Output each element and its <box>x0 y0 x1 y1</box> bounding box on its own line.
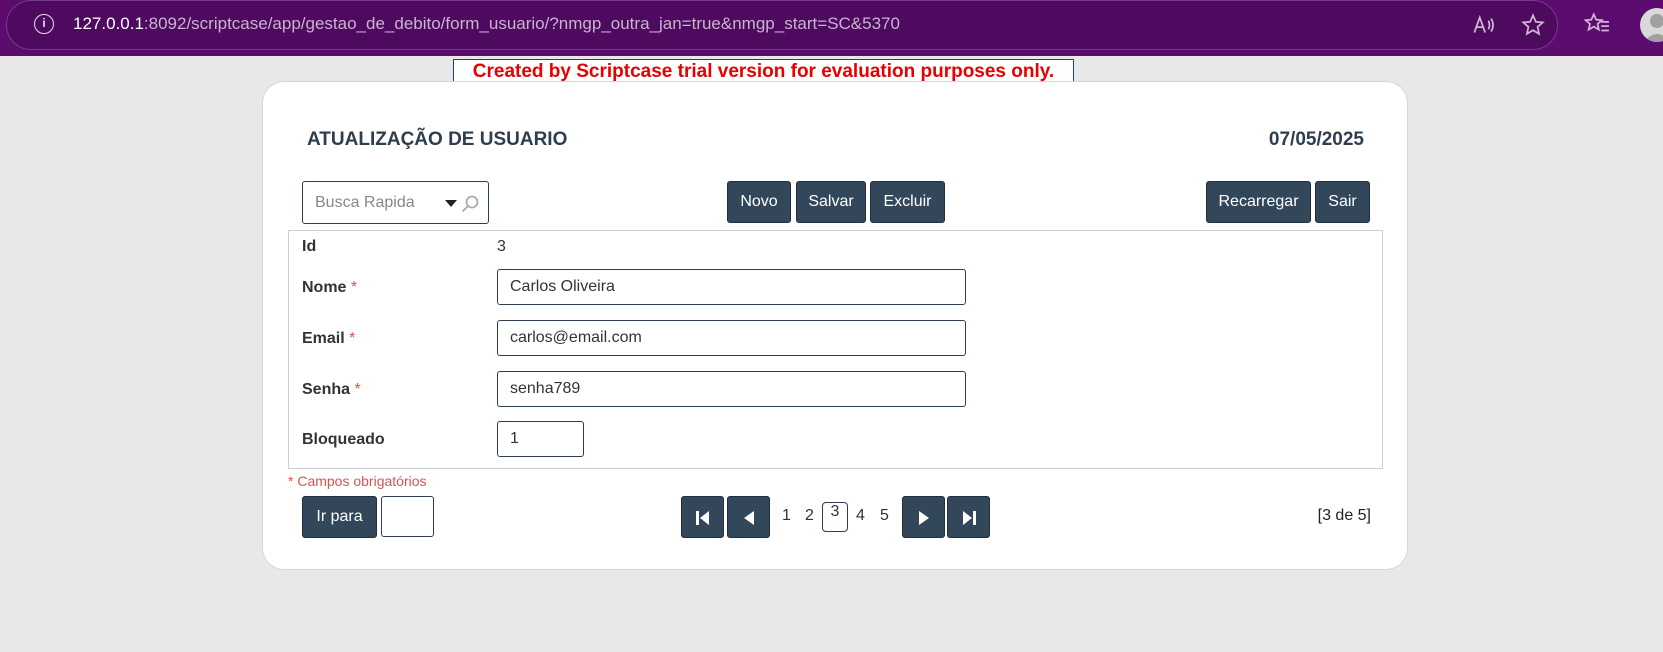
senha-input[interactable] <box>497 371 966 407</box>
sair-button[interactable]: Sair <box>1315 181 1370 223</box>
previous-page-icon <box>744 511 754 525</box>
bloqueado-label: Bloqueado <box>302 431 385 448</box>
last-page-icon <box>963 511 976 525</box>
favorites-list-icon[interactable] <box>1584 11 1610 37</box>
next-page-button[interactable] <box>902 496 945 538</box>
record-count: [3 de 5] <box>1317 507 1371 524</box>
url-text[interactable]: 127.0.0.1:8092/scriptcase/app/gestao_de_… <box>73 14 900 34</box>
nome-input[interactable] <box>497 269 966 305</box>
senha-label-row: Senha * <box>302 381 361 399</box>
goto-button[interactable]: Ir para <box>302 496 377 538</box>
page-link-1[interactable]: 1 <box>782 507 791 525</box>
page-current: 3 <box>822 502 848 532</box>
id-label: Id <box>302 238 317 255</box>
first-page-icon <box>696 511 709 525</box>
favorite-star-icon[interactable] <box>1520 12 1546 38</box>
url-host: 127.0.0.1 <box>73 14 144 33</box>
form-card: ATUALIZAÇÃO DE USUARIO 07/05/2025 Novo S… <box>262 81 1408 570</box>
goto-page-input[interactable] <box>381 496 434 537</box>
chevron-down-icon[interactable] <box>445 200 457 207</box>
next-page-icon <box>919 511 929 525</box>
excluir-button[interactable]: Excluir <box>870 181 945 223</box>
senha-label: Senha <box>302 381 351 398</box>
last-page-button[interactable] <box>947 496 990 538</box>
form-fields: Id 3 Nome * Email * Senha * Bloqueado <box>288 230 1383 469</box>
email-input[interactable] <box>497 320 966 356</box>
page-link-5[interactable]: 5 <box>880 507 889 525</box>
page-title: ATUALIZAÇÃO DE USUARIO <box>307 129 568 150</box>
required-marker: * <box>354 381 361 398</box>
salvar-button[interactable]: Salvar <box>796 181 866 223</box>
page-date: 07/05/2025 <box>1268 129 1364 150</box>
email-label-row: Email * <box>302 330 355 348</box>
first-page-button[interactable] <box>681 496 724 538</box>
email-label: Email <box>302 330 345 347</box>
nome-label-row: Nome * <box>302 279 357 297</box>
previous-page-button[interactable] <box>727 496 770 538</box>
required-marker: * <box>350 279 358 296</box>
quick-search-input[interactable] <box>304 183 436 222</box>
required-fields-note: * Campos obrigatórios <box>288 473 427 489</box>
recarregar-button[interactable]: Recarregar <box>1206 181 1311 223</box>
page-link-2[interactable]: 2 <box>805 507 814 525</box>
url-path: :8092/scriptcase/app/gestao_de_debito/fo… <box>143 14 900 33</box>
info-icon[interactable]: i <box>34 14 54 34</box>
id-value: 3 <box>497 238 506 255</box>
profile-avatar[interactable] <box>1640 8 1663 42</box>
nome-label: Nome <box>302 279 347 296</box>
address-bar[interactable]: i 127.0.0.1:8092/scriptcase/app/gestao_d… <box>6 0 1558 50</box>
required-marker: * <box>349 330 356 347</box>
bloqueado-input[interactable] <box>497 421 584 457</box>
page-link-4[interactable]: 4 <box>856 507 865 525</box>
novo-button[interactable]: Novo <box>727 181 791 223</box>
quick-search <box>302 181 489 224</box>
browser-toolbar: i 127.0.0.1:8092/scriptcase/app/gestao_d… <box>0 0 1663 56</box>
read-aloud-icon[interactable] <box>1470 12 1496 38</box>
search-icon[interactable] <box>460 194 480 214</box>
